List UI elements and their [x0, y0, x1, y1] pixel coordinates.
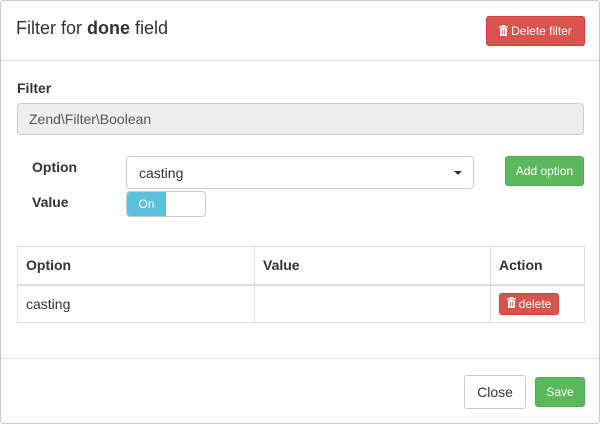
add-option-button[interactable]: Add option: [505, 156, 584, 186]
column-header-value: Value: [254, 246, 491, 285]
title-suffix: field: [135, 18, 169, 38]
delete-filter-label: Delete filter: [511, 24, 572, 38]
column-header-action: Action: [490, 246, 585, 285]
options-table: Option Value Action casting delete: [17, 246, 585, 323]
title-field-name: done: [87, 18, 131, 38]
save-button[interactable]: Save: [535, 377, 585, 407]
close-button[interactable]: Close: [464, 375, 526, 409]
column-header-option: Option: [17, 246, 255, 285]
title-prefix: Filter for: [16, 18, 83, 38]
row-delete-label: delete: [518, 296, 552, 311]
row-delete-button[interactable]: delete: [499, 292, 559, 315]
trash-icon: [506, 297, 516, 309]
modal-header: Filter for done field Delete filter: [1, 1, 599, 61]
toggle-on-label: On: [127, 192, 166, 216]
value-toggle[interactable]: On: [126, 191, 206, 217]
cell-option: casting: [17, 284, 255, 323]
filter-modal: Filter for done field Delete filter Filt…: [0, 0, 600, 424]
modal-title: Filter for done field: [16, 17, 168, 39]
table-header-row: Option Value Action: [17, 246, 585, 285]
option-select[interactable]: casting: [126, 156, 474, 189]
value-label: Value: [32, 194, 69, 210]
trash-icon: [499, 24, 509, 36]
cell-value: [254, 284, 491, 323]
cell-action: delete: [490, 284, 585, 323]
option-selected-value: casting: [139, 165, 184, 181]
chevron-down-icon: [454, 171, 462, 175]
table-row: casting delete: [17, 284, 585, 323]
filter-field: Zend\Filter\Boolean: [17, 103, 584, 135]
option-label: Option: [32, 159, 78, 175]
filter-label: Filter: [17, 80, 52, 96]
delete-filter-button[interactable]: Delete filter: [486, 16, 585, 46]
